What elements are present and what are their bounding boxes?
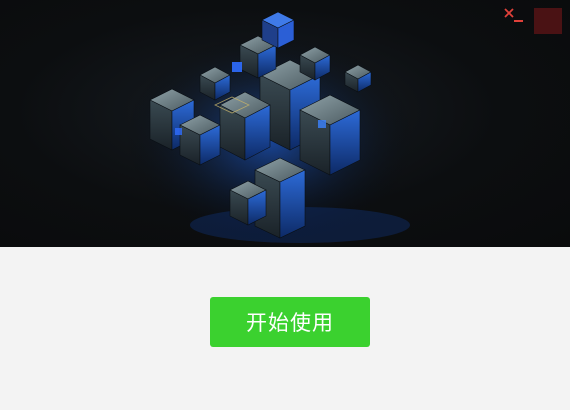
close-icon xyxy=(504,8,514,18)
hero-banner xyxy=(0,0,570,247)
start-using-button[interactable]: 开始使用 xyxy=(210,297,370,347)
close-button[interactable] xyxy=(504,8,562,34)
main-content: 开始使用 xyxy=(0,247,570,410)
cube-cluster-artwork xyxy=(120,11,420,247)
app-window: 开始使用 xyxy=(0,0,570,410)
window-controls xyxy=(504,8,562,34)
minimize-icon xyxy=(513,20,523,22)
